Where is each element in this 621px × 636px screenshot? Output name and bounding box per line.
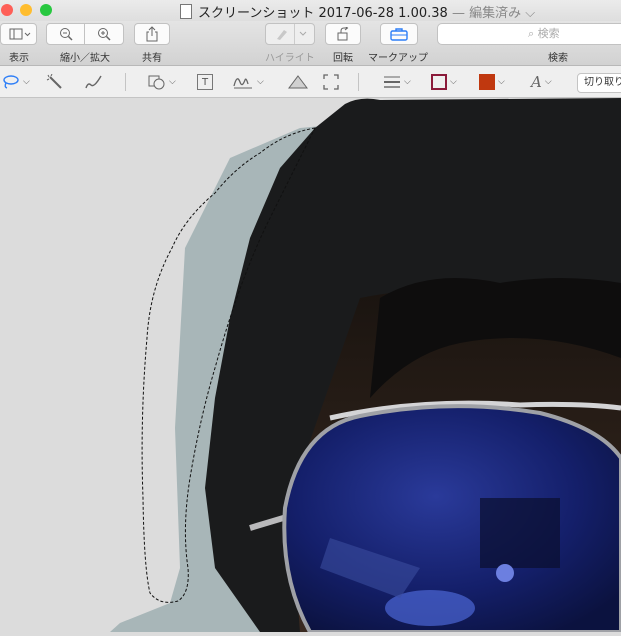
signature-tool[interactable]: ⌵ bbox=[232, 72, 264, 92]
rotate-label: 回転 bbox=[333, 53, 353, 64]
rotate-icon bbox=[337, 27, 349, 41]
signature-icon bbox=[233, 78, 252, 89]
search-icon: ⌕ bbox=[528, 27, 538, 40]
markup-label: マークアップ bbox=[368, 53, 428, 64]
shape-style-tool[interactable]: ⌵ bbox=[383, 72, 411, 92]
text-tool[interactable]: T bbox=[197, 72, 213, 92]
highlight-button[interactable] bbox=[265, 23, 315, 45]
chevron-down-icon: ⌵ bbox=[23, 77, 30, 87]
sidebar-icon bbox=[9, 28, 30, 40]
rotate-button[interactable] bbox=[325, 23, 361, 45]
fill-color-tool[interactable]: ⌵ bbox=[479, 72, 505, 92]
lasso-selection-tool[interactable]: ⌵ bbox=[2, 72, 30, 92]
highlighter-icon bbox=[276, 30, 287, 40]
lasso-icon bbox=[3, 75, 19, 89]
main-toolbar: 表示 縮小／拡大 共有 ハイライト 回転 マークアップ ⌕ 検索 検索 bbox=[0, 21, 621, 66]
close-button[interactable] bbox=[1, 4, 13, 16]
magic-wand-icon bbox=[46, 74, 62, 89]
view-button[interactable] bbox=[0, 23, 37, 45]
shapes-tool[interactable]: ⌵ bbox=[148, 72, 176, 92]
search-label: 検索 bbox=[548, 53, 568, 64]
title-bar: スクリーンショット 2017-06-28 1.00.38 — 編集済み ⌵ bbox=[0, 0, 621, 21]
instant-alpha-tool[interactable] bbox=[46, 72, 64, 92]
toolbar-separator bbox=[358, 73, 359, 91]
border-color-tool[interactable]: ⌵ bbox=[431, 72, 457, 92]
chevron-down-icon: ⌵ bbox=[498, 77, 505, 87]
line-style-icon bbox=[384, 76, 400, 88]
adjust-size-tool[interactable] bbox=[323, 72, 339, 92]
shapes-icon bbox=[148, 75, 165, 90]
share-label: 共有 bbox=[142, 53, 162, 64]
zoom-in-button[interactable] bbox=[84, 23, 124, 45]
adjust-color-tool[interactable] bbox=[287, 72, 309, 92]
search-placeholder: 検索 bbox=[537, 27, 560, 40]
highlight-label: ハイライト bbox=[265, 53, 315, 64]
toolbar-separator bbox=[125, 73, 126, 91]
text-style-tool[interactable]: A ⌵ bbox=[531, 72, 552, 92]
view-label: 表示 bbox=[9, 53, 29, 64]
fill-color-swatch bbox=[479, 74, 495, 90]
document-icon bbox=[180, 4, 192, 19]
minimize-button[interactable] bbox=[20, 4, 32, 16]
share-button[interactable] bbox=[134, 23, 170, 45]
zoom-label: 縮小／拡大 bbox=[60, 53, 110, 64]
zoom-out-icon bbox=[59, 28, 73, 41]
markup-button[interactable] bbox=[380, 23, 418, 45]
border-color-swatch bbox=[431, 74, 447, 90]
zoom-button[interactable] bbox=[40, 4, 52, 16]
share-icon bbox=[146, 26, 158, 42]
text-box-icon: T bbox=[197, 74, 213, 90]
window-title-text: スクリーンショット 2017-06-28 1.00.38 bbox=[198, 6, 448, 21]
sketch-icon bbox=[85, 75, 102, 89]
edited-status[interactable]: — 編集済み ⌵ bbox=[452, 6, 535, 21]
image-canvas[interactable] bbox=[0, 98, 621, 634]
search-field[interactable]: ⌕ 検索 bbox=[437, 23, 621, 45]
prism-icon bbox=[288, 75, 308, 89]
chevron-down-icon: ⌵ bbox=[257, 77, 264, 87]
font-icon: A bbox=[531, 73, 542, 91]
toolbox-icon bbox=[390, 28, 408, 41]
photo-image bbox=[0, 98, 621, 634]
chevron-down-icon: ⌵ bbox=[404, 77, 411, 87]
resize-icon bbox=[323, 74, 339, 90]
crop-button[interactable]: 切り取り bbox=[577, 73, 621, 93]
window-title: スクリーンショット 2017-06-28 1.00.38 — 編集済み ⌵ bbox=[180, 2, 535, 21]
zoom-out-button[interactable] bbox=[46, 23, 85, 45]
chevron-down-icon bbox=[299, 31, 306, 36]
chevron-down-icon: ⌵ bbox=[544, 77, 552, 87]
sketch-tool[interactable] bbox=[84, 72, 104, 92]
markup-toolbar: ⌵ ⌵ T ⌵ ⌵ ⌵ ⌵ A ⌵ bbox=[0, 66, 621, 98]
chevron-down-icon: ⌵ bbox=[169, 77, 176, 87]
zoom-in-icon bbox=[98, 28, 111, 41]
chevron-down-icon: ⌵ bbox=[450, 77, 457, 87]
